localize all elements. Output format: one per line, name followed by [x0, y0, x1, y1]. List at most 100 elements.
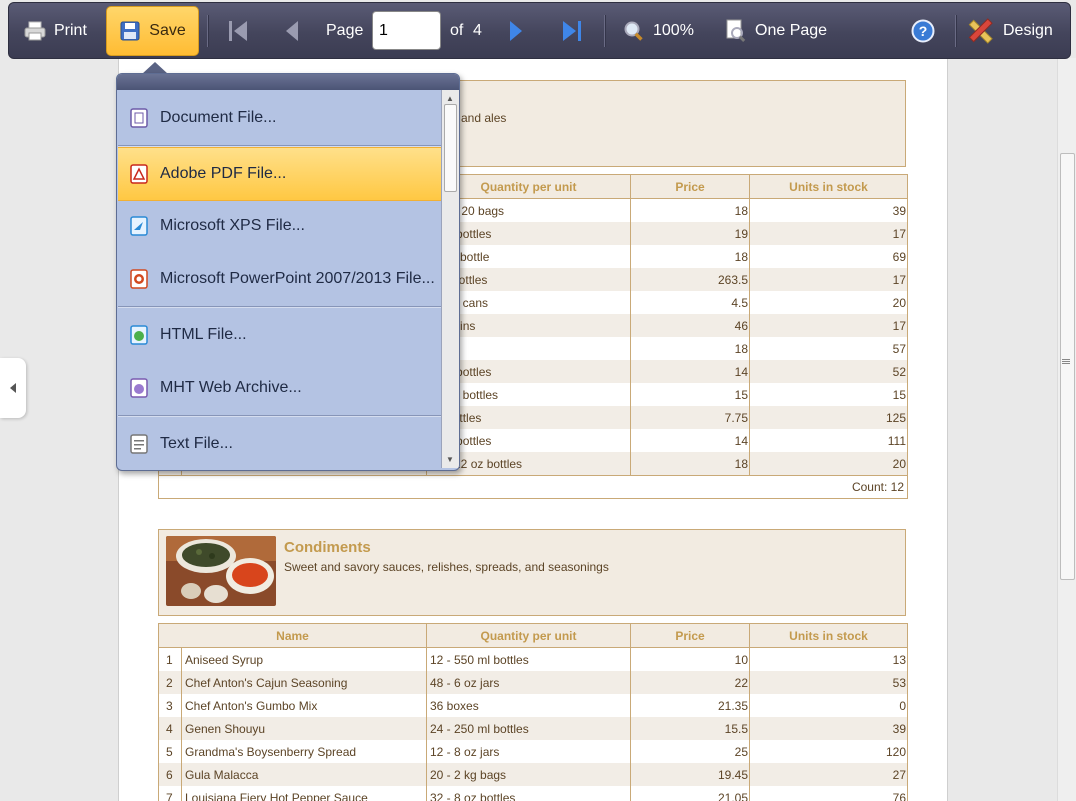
menu-item-xps-file[interactable]: Microsoft XPS File... [118, 200, 441, 252]
next-page-icon [510, 20, 522, 41]
chevron-left-icon [10, 383, 16, 393]
viewer-toolbar: Print Save Page of 4 [8, 2, 1071, 59]
price: 18 [630, 337, 750, 360]
quantity-per-unit: 12 - 8 oz jars [426, 740, 631, 763]
units-in-stock: 20 [749, 291, 908, 314]
units-in-stock: 69 [749, 245, 908, 268]
column-header-name: Name [158, 623, 427, 648]
menu-item-html-file[interactable]: HTML File... [118, 309, 441, 361]
price: 4.5 [630, 291, 750, 314]
price: 10 [630, 647, 750, 671]
units-in-stock: 76 [749, 786, 908, 801]
save-button[interactable]: Save [106, 6, 199, 56]
units-in-stock: 125 [749, 406, 908, 429]
next-page-button[interactable] [508, 3, 524, 58]
quantity-per-unit: 20 - 2 kg bags [426, 763, 631, 786]
price: 14 [630, 360, 750, 383]
units-in-stock: 15 [749, 383, 908, 406]
design-pencil-ruler-icon [968, 17, 993, 44]
menu-item-document-file[interactable]: Document File... [118, 92, 441, 144]
units-in-stock: 39 [749, 198, 908, 222]
units-in-stock: 13 [749, 647, 908, 671]
table-row: 2 Chef Anton's Cajun Seasoning 48 - 6 oz j… [158, 671, 908, 694]
category-title: Condiments [284, 539, 371, 556]
count-label: Count: 12 [158, 475, 908, 499]
units-in-stock: 53 [749, 671, 908, 694]
category-header-condiments: Condiments Sweet and savory sauces, reli… [158, 529, 906, 616]
help-button[interactable]: ? [911, 3, 935, 58]
units-in-stock: 0 [749, 694, 908, 717]
column-header-stock: Units in stock [749, 174, 908, 199]
price: 14 [630, 429, 750, 452]
units-in-stock: 57 [749, 337, 908, 360]
table-row: 4 Genen Shouyu 24 - 250 ml bottles 15.5 39 [158, 717, 908, 740]
product-name: Gula Malacca [181, 763, 427, 786]
previous-page-button[interactable] [284, 3, 300, 58]
column-header-quantity: Quantity per unit [426, 623, 631, 648]
row-index: 7 [158, 786, 182, 801]
column-header-price: Price [630, 174, 750, 199]
print-button[interactable]: Print [24, 3, 87, 58]
condiments-image [166, 536, 276, 606]
quantity-per-unit: 36 boxes [426, 694, 631, 717]
last-page-button[interactable] [561, 3, 583, 58]
vertical-scrollbar[interactable] [1057, 58, 1076, 801]
view-mode-button[interactable]: One Page [725, 3, 827, 58]
text-file-icon [129, 434, 149, 454]
page-number-input[interactable] [372, 11, 441, 50]
toolbar-separator [955, 15, 957, 47]
product-name: Louisiana Fiery Hot Pepper Sauce [181, 786, 427, 801]
scroll-down-icon[interactable]: ▼ [446, 455, 454, 464]
units-in-stock: 111 [749, 429, 908, 452]
page-label: Page [326, 21, 364, 39]
powerpoint-file-icon [129, 269, 149, 289]
sidebar-toggle[interactable] [0, 358, 26, 418]
menu-item-pdf-file[interactable]: Adobe PDF File... [118, 147, 441, 201]
toolbar-separator [604, 15, 606, 47]
mht-archive-icon [129, 378, 149, 398]
product-name: Chef Anton's Cajun Seasoning [181, 671, 427, 694]
row-index: 3 [158, 694, 182, 717]
table-row: 7 Louisiana Fiery Hot Pepper Sauce 32 - 8 … [158, 786, 908, 801]
toolbar-separator [207, 15, 209, 47]
first-page-icon [229, 20, 247, 41]
menu-header [117, 74, 459, 90]
units-in-stock: 20 [749, 452, 908, 476]
design-button[interactable]: Design [965, 3, 1053, 58]
menu-item-powerpoint-file[interactable]: Microsoft PowerPoint 2007/2013 File... [118, 253, 441, 305]
of-label: of [450, 21, 464, 39]
menu-scrollbar-thumb[interactable] [444, 104, 457, 192]
units-in-stock: 120 [749, 740, 908, 763]
table-row: 3 Chef Anton's Gumbo Mix 36 boxes 21.35 0 [158, 694, 908, 717]
product-name: Aniseed Syrup [181, 647, 427, 671]
row-index: 1 [158, 647, 182, 671]
one-page-icon [726, 19, 746, 42]
price: 21.05 [630, 786, 750, 801]
price: 15.5 [630, 717, 750, 740]
save-format-menu: Document File... Adobe PDF File... Micro… [116, 73, 460, 471]
units-in-stock: 52 [749, 360, 908, 383]
product-name: Chef Anton's Gumbo Mix [181, 694, 427, 717]
product-name: Grandma's Boysenberry Spread [181, 740, 427, 763]
last-page-icon [563, 20, 581, 41]
menu-separator [118, 306, 441, 308]
category-description: and ales [461, 111, 507, 125]
page-total: 4 [473, 21, 482, 39]
row-index: 2 [158, 671, 182, 694]
scroll-grip-icon [1062, 358, 1070, 368]
menu-scrollbar[interactable]: ▲ ▼ [441, 90, 459, 468]
table-row: 5 Grandma's Boysenberry Spread 12 - 8 oz j… [158, 740, 908, 763]
price: 7.75 [630, 406, 750, 429]
price: 21.35 [630, 694, 750, 717]
product-name: Genen Shouyu [181, 717, 427, 740]
units-in-stock: 39 [749, 717, 908, 740]
first-page-button[interactable] [227, 3, 249, 58]
menu-item-text-file[interactable]: Text File... [118, 418, 441, 470]
price: 263.5 [630, 268, 750, 291]
zoom-button[interactable]: 100% [623, 3, 694, 58]
menu-item-mht-archive[interactable]: MHT Web Archive... [118, 362, 441, 414]
units-in-stock: 17 [749, 222, 908, 245]
scroll-up-icon[interactable]: ▲ [446, 94, 454, 103]
zoom-level: 100% [653, 21, 694, 39]
quantity-per-unit: 32 - 8 oz bottles [426, 786, 631, 801]
